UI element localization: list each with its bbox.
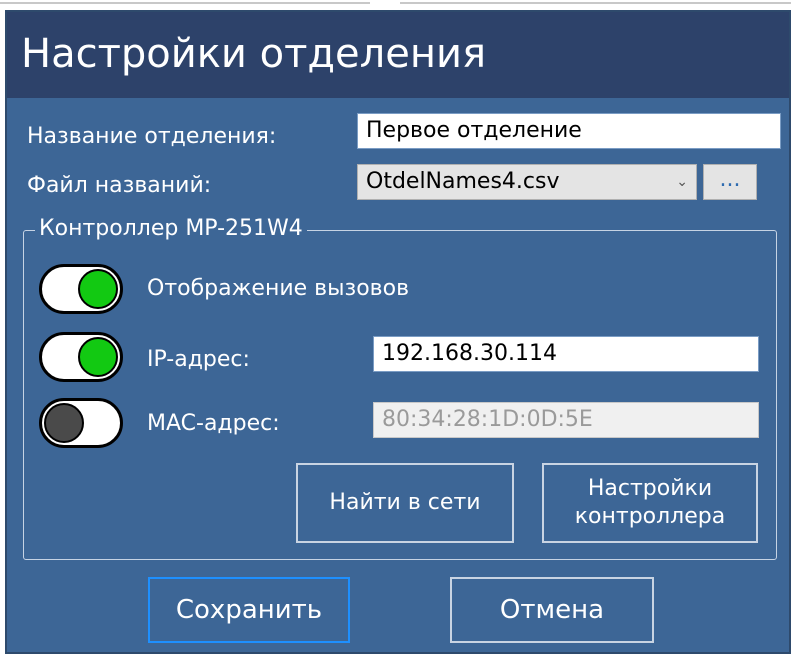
- department-name-input[interactable]: Первое отделение: [357, 113, 781, 149]
- cancel-button-label: Отмена: [499, 595, 605, 625]
- find-in-network-button[interactable]: Найти в сети: [296, 463, 514, 543]
- top-edge: [0, 0, 791, 10]
- names-file-label: Файл названий:: [27, 173, 212, 198]
- chevron-down-icon: ⌄: [676, 174, 688, 190]
- controller-settings-button[interactable]: Настройки контроллера: [542, 463, 758, 543]
- toggle-knob: [44, 403, 84, 443]
- top-edge-line-left: [0, 2, 370, 4]
- call-display-label: Отображение вызовов: [147, 276, 410, 301]
- names-file-select[interactable]: OtdelNames4.csv ⌄: [357, 164, 697, 200]
- controller-settings-label-line2: контроллера: [574, 504, 726, 529]
- save-button-label: Сохранить: [175, 595, 323, 625]
- controller-group-title: Контроллер MP-251W4: [35, 214, 307, 244]
- title-bar: Настройки отделения: [7, 12, 789, 98]
- save-button[interactable]: Сохранить: [148, 577, 350, 643]
- mac-address-input[interactable]: 80:34:28:1D:0D:5E: [373, 402, 759, 438]
- toggle-knob: [78, 269, 118, 309]
- mac-address-toggle[interactable]: [39, 398, 123, 448]
- find-in-network-label: Найти в сети: [329, 490, 481, 515]
- department-settings-dialog: Настройки отделения Название отделения: …: [5, 10, 791, 654]
- cancel-button[interactable]: Отмена: [450, 577, 654, 643]
- dialog-title: Настройки отделения: [21, 31, 487, 77]
- top-edge-line-right: [400, 2, 791, 4]
- department-name-label: Название отделения:: [27, 124, 277, 149]
- ip-address-toggle[interactable]: [39, 332, 123, 382]
- ip-address-input[interactable]: 192.168.30.114: [373, 336, 759, 372]
- browse-button[interactable]: ...: [703, 164, 757, 200]
- controller-settings-label-line1: Настройки: [587, 476, 713, 501]
- toggle-knob: [78, 337, 118, 377]
- call-display-toggle[interactable]: [39, 264, 123, 314]
- ip-address-label: IP-адрес:: [147, 347, 250, 372]
- names-file-value: OtdelNames4.csv: [366, 169, 560, 194]
- mac-address-label: MAC-адрес:: [147, 411, 280, 436]
